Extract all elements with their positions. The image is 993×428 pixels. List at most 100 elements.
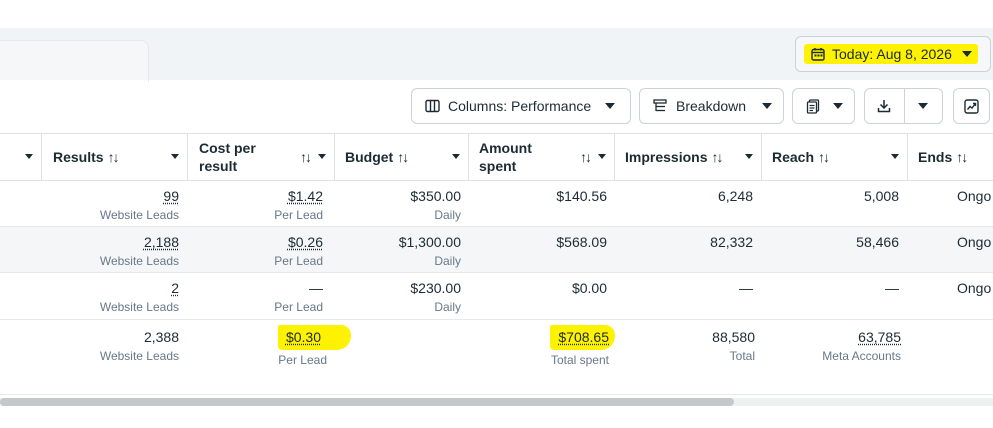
amount-spent-total: $708.65 [550,325,615,350]
budget-type: Daily [434,254,461,268]
ends-cell: Ongo [957,187,991,205]
reports-icon [805,98,821,114]
cost-per-result-total-unit: Per Lead [278,353,327,367]
sort-icon[interactable]: ↑↓ [300,149,312,165]
sort-icon[interactable]: ↑↓ [818,149,830,165]
cost-per-result-total[interactable]: $0.30 [277,325,351,350]
amount-spent-value: $140.56 [556,188,607,204]
amount-spent-value: $568.09 [556,234,607,250]
sort-icon[interactable]: ↑↓ [108,149,120,165]
horizontal-scrollbar[interactable] [0,398,993,406]
download-icon [876,98,892,114]
date-range-label: Today: Aug 8, 2026 [832,46,952,62]
column-header-amount-spent[interactable]: Amount spent ↑↓ [469,134,615,180]
sort-icon[interactable]: ↑↓ [580,149,592,165]
chevron-down-icon[interactable] [25,154,33,159]
sort-icon[interactable]: ↑↓ [711,149,723,165]
cost-per-result-cell: $0.26 Per Lead [274,233,323,269]
budget-cell: $350.00 Daily [410,187,461,223]
chevron-down-icon[interactable] [318,154,326,159]
scrollbar-thumb[interactable] [0,398,734,406]
cost-per-result-cell: — Per Lead [274,279,323,315]
columns-button[interactable]: Columns: Performance [411,88,631,124]
columns-icon [424,98,440,114]
chevron-down-icon [961,51,972,57]
cost-per-result-total-cell: $0.30 Per Lead [277,325,351,368]
amount-spent-total-label: Total spent [550,353,609,367]
chevron-down-icon[interactable] [171,154,179,159]
chevron-down-icon[interactable] [452,154,460,159]
reach-total-cell: 63,785 Meta Accounts [822,328,901,364]
table-row[interactable]: 2,188 Website Leads $0.26 Per Lead $1,30… [0,227,993,273]
impressions-total-cell: 88,580 Total [712,328,755,364]
reach-value: 58,466 [856,234,899,250]
ends-cell: Ongo [957,233,991,251]
column-header-budget[interactable]: Budget ↑↓ [335,134,469,180]
column-header-impressions[interactable]: Impressions ↑↓ [615,134,762,180]
ends-cell: Ongo [957,279,991,297]
budget-type: Daily [434,300,461,314]
export-dropdown[interactable] [905,89,943,123]
budget-value[interactable]: $350.00 [410,187,461,205]
sort-icon[interactable]: ↑↓ [956,149,968,165]
column-label: Ends [918,149,953,165]
impressions-value: 82,332 [710,234,753,250]
results-total-cell: 2,388 Website Leads [100,328,179,364]
chevron-down-icon[interactable] [891,154,899,159]
cost-per-result-unit: Per Lead [274,300,323,314]
export-button[interactable] [864,88,943,124]
results-value[interactable]: 2,188 [100,233,179,251]
chevron-down-icon [833,103,843,109]
amount-spent-cell: $568.09 [556,233,607,251]
highlight-marker: $0.30 [277,325,351,350]
table-row[interactable]: 99 Website Leads $1.42 Per Lead $350.00 … [0,181,993,227]
column-header-ends[interactable]: Ends ↑↓ [908,134,993,180]
amount-spent-value: $0.00 [571,280,607,296]
table-bottom-divider [0,394,993,395]
column-label-line: Cost per [199,140,256,156]
impressions-total: 88,580 [712,329,755,345]
results-cell: 99 Website Leads [100,187,179,223]
top-bar [0,0,993,28]
column-header-prev[interactable] [0,134,42,180]
breakdown-button[interactable]: Breakdown [639,88,784,124]
reports-button[interactable] [792,88,855,124]
amount-spent-cell: $0.00 [572,279,607,297]
ends-value: Ongo [957,234,992,250]
results-value[interactable]: 99 [100,187,179,205]
column-header-results[interactable]: Results ↑↓ [42,134,188,180]
reach-value: — [885,280,899,296]
cost-per-result-value[interactable]: $0.26 [274,233,323,251]
column-header-reach[interactable]: Reach ↑↓ [762,134,908,180]
results-total: 2,388 [143,329,179,345]
cost-per-result-unit: Per Lead [274,208,323,222]
cost-per-result-value[interactable]: $1.42 [274,187,323,205]
budget-cell: $1,300.00 Daily [399,233,461,269]
column-label: Reach [772,149,815,165]
column-label: Results [53,149,104,165]
active-tab[interactable] [0,40,149,82]
column-label-line: spent [479,158,517,174]
column-label: Amount spent [479,139,532,175]
column-header-cost-per-result[interactable]: Cost per result ↑↓ [188,134,335,180]
breakdown-label: Breakdown [676,98,747,114]
reach-total-label: Meta Accounts [822,349,901,363]
table-row[interactable]: 2 Website Leads — Per Lead $230.00 Daily… [0,273,993,320]
table-header: Results ↑↓ Cost per result ↑↓ Budget ↑↓ Amo… [0,133,993,181]
sort-icon[interactable]: ↑↓ [397,149,409,165]
budget-value[interactable]: $230.00 [410,279,461,297]
amount-spent-cell: $140.56 [556,187,607,205]
chevron-down-icon[interactable] [598,154,606,159]
results-value[interactable]: 2 [100,279,179,297]
chevron-down-icon [918,103,929,109]
charts-button[interactable] [953,88,990,124]
budget-value[interactable]: $1,300.00 [399,233,461,251]
download-button[interactable] [865,89,905,123]
date-range-button[interactable]: Today: Aug 8, 2026 [795,36,991,72]
chevron-down-icon[interactable] [745,154,753,159]
active-tab-connector [0,80,148,84]
chevron-down-icon [762,103,773,109]
reach-total[interactable]: 63,785 [822,328,901,346]
reach-cell: 5,008 [864,187,899,205]
cost-per-result-unit: Per Lead [274,254,323,268]
